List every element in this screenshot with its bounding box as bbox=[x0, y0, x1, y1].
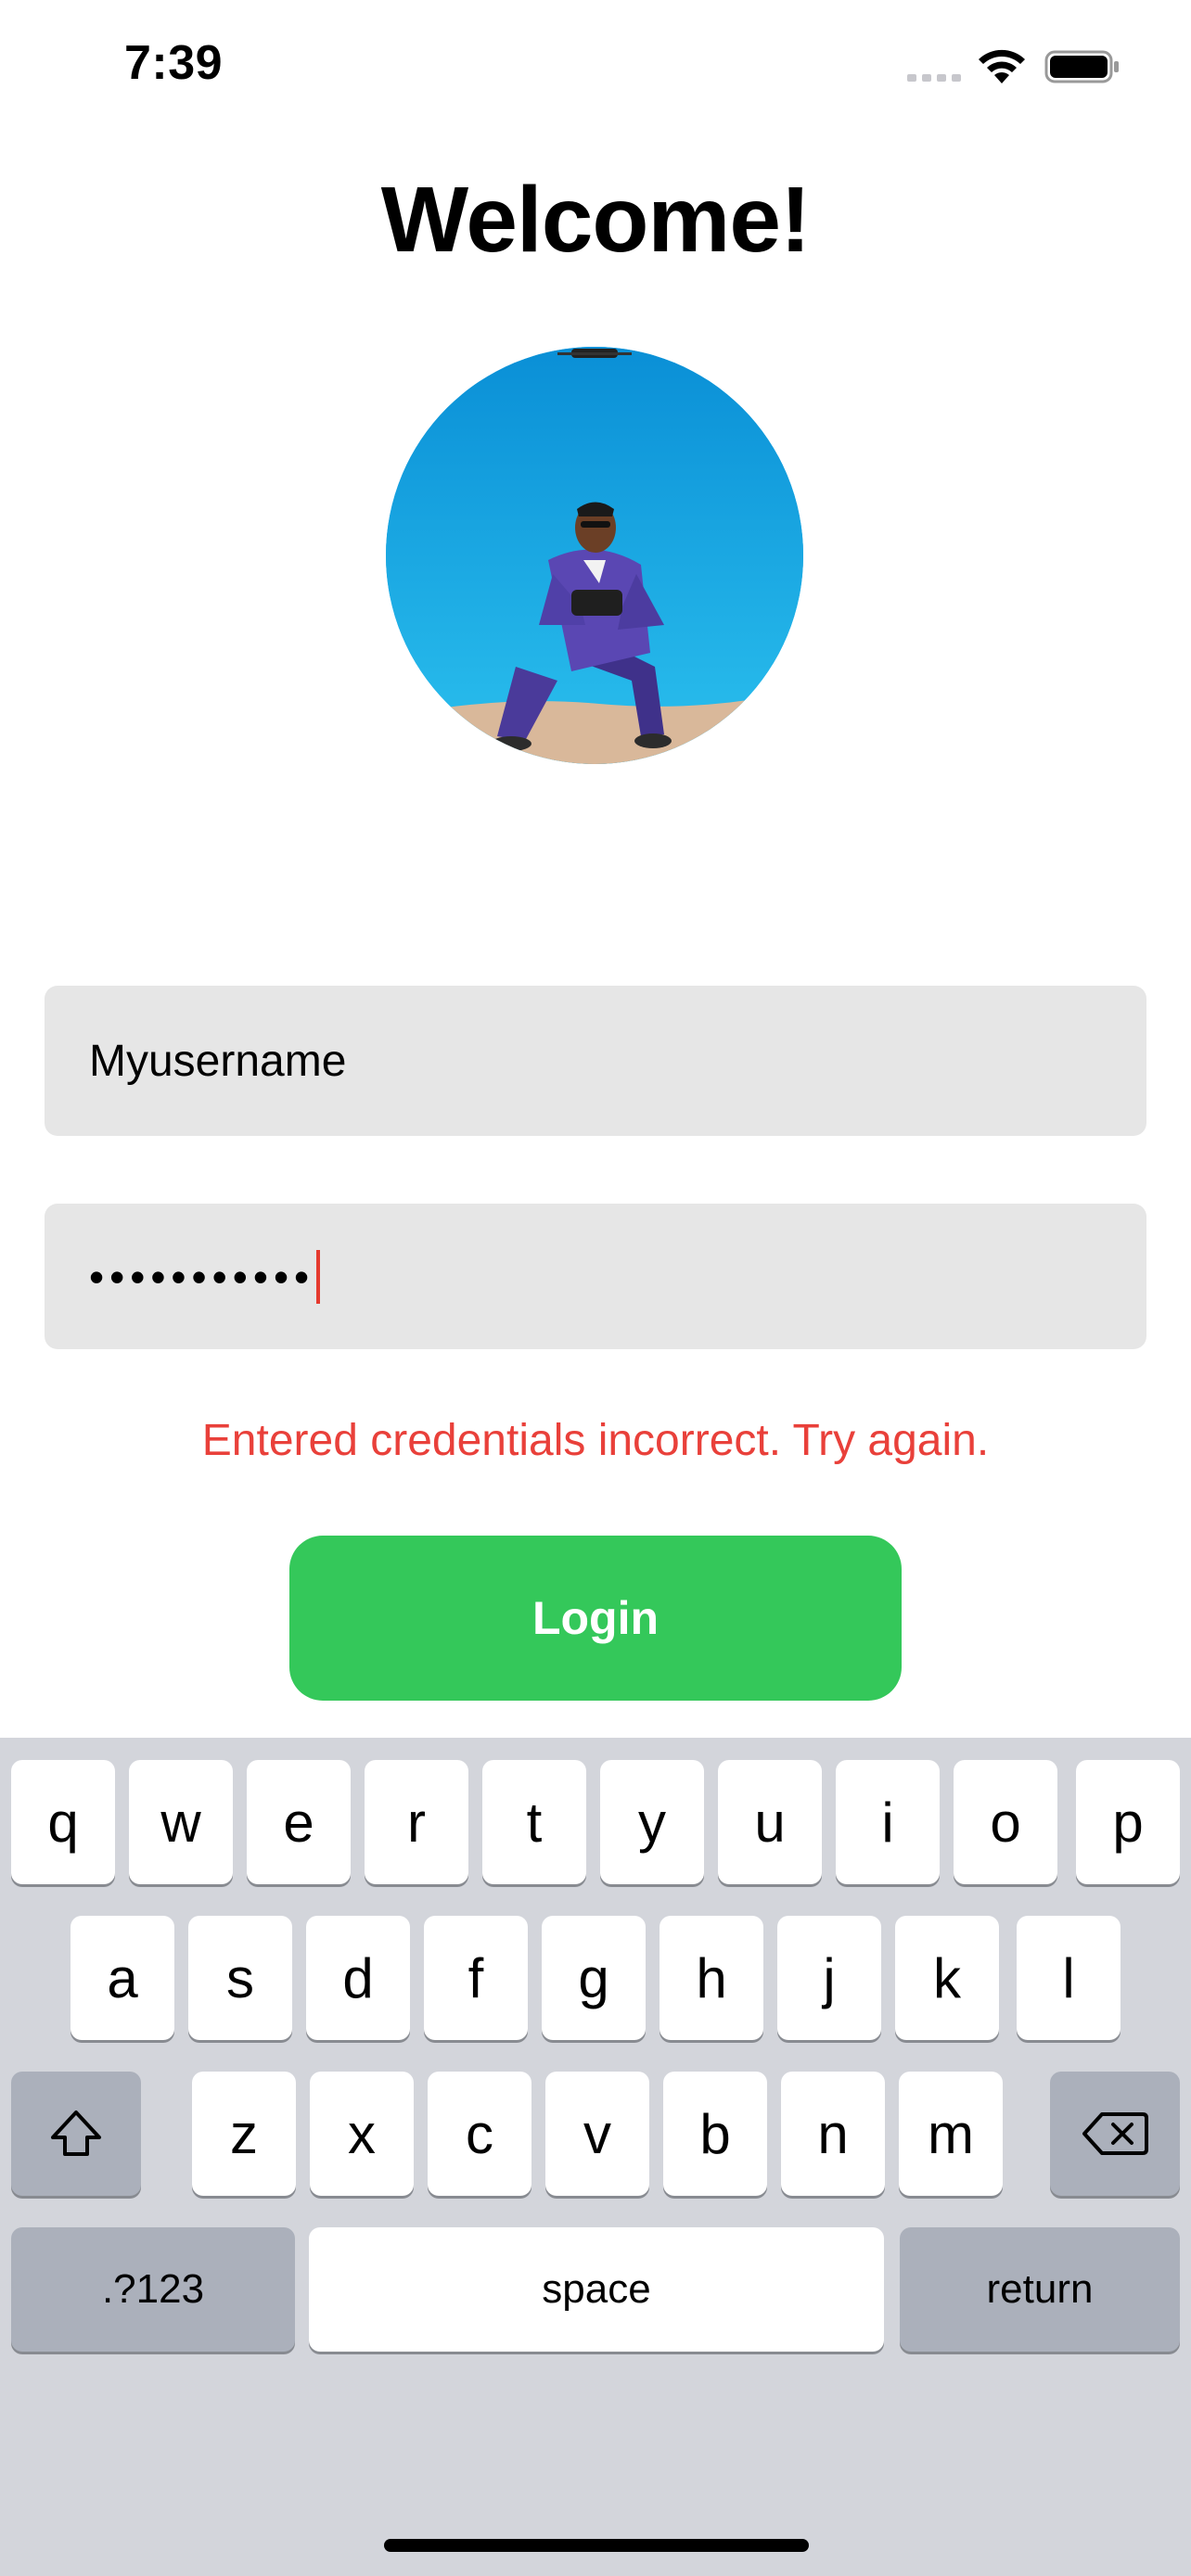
on-screen-keyboard: q w e r t y u i o p a s d f g h j k l z … bbox=[0, 1738, 1191, 2576]
key-y[interactable]: y bbox=[600, 1760, 704, 1884]
error-message: Entered credentials incorrect. Try again… bbox=[201, 1416, 990, 1465]
key-label: q bbox=[47, 1791, 79, 1854]
key-label: t bbox=[526, 1791, 543, 1854]
numbers-key[interactable]: .?123 bbox=[11, 2227, 295, 2352]
cellular-signal-icon bbox=[907, 74, 961, 82]
key-label: o bbox=[990, 1791, 1021, 1854]
key-x[interactable]: x bbox=[310, 2072, 414, 2196]
key-d[interactable]: d bbox=[306, 1916, 410, 2040]
login-button-label: Login bbox=[531, 1592, 660, 1644]
return-key[interactable]: return bbox=[900, 2227, 1180, 2352]
key-label: a bbox=[107, 1946, 138, 2009]
key-label: n bbox=[817, 2102, 849, 2165]
wifi-icon bbox=[979, 49, 1025, 83]
key-r[interactable]: r bbox=[365, 1760, 468, 1884]
key-label: l bbox=[1062, 1946, 1075, 2009]
key-t[interactable]: t bbox=[482, 1760, 586, 1884]
key-label: k bbox=[933, 1946, 961, 2009]
profile-avatar bbox=[386, 347, 803, 764]
backspace-key[interactable] bbox=[1050, 2072, 1180, 2196]
key-k[interactable]: k bbox=[895, 1916, 999, 2040]
key-label: j bbox=[823, 1946, 836, 2009]
key-label: return bbox=[986, 2266, 1094, 2312]
key-h[interactable]: h bbox=[660, 1916, 763, 2040]
key-label: c bbox=[466, 2102, 493, 2165]
key-label: x bbox=[348, 2102, 376, 2165]
key-label: u bbox=[754, 1791, 786, 1854]
home-indicator[interactable] bbox=[384, 2539, 809, 2552]
key-label: z bbox=[230, 2102, 258, 2165]
key-o[interactable]: o bbox=[954, 1760, 1057, 1884]
key-label: r bbox=[407, 1791, 426, 1854]
key-u[interactable]: u bbox=[718, 1760, 822, 1884]
backspace-icon bbox=[1082, 2112, 1148, 2155]
key-q[interactable]: q bbox=[11, 1760, 115, 1884]
key-label: y bbox=[638, 1791, 666, 1854]
key-label: i bbox=[881, 1791, 894, 1854]
password-field[interactable]: ••••••••••• bbox=[45, 1204, 1146, 1349]
key-z[interactable]: z bbox=[192, 2072, 296, 2196]
key-label: d bbox=[342, 1946, 374, 2009]
key-label: w bbox=[160, 1791, 201, 1854]
key-label: .?123 bbox=[101, 2266, 205, 2312]
text-cursor bbox=[316, 1249, 321, 1304]
shift-arrow-icon bbox=[51, 2111, 101, 2156]
battery-icon bbox=[1044, 50, 1119, 83]
page-title: Welcome! bbox=[380, 168, 812, 272]
key-label: space bbox=[542, 2266, 651, 2312]
key-label: g bbox=[578, 1946, 609, 2009]
login-button[interactable]: Login bbox=[289, 1536, 902, 1701]
password-masked-value: ••••••••••• bbox=[89, 1252, 315, 1301]
key-label: m bbox=[928, 2102, 974, 2165]
key-v[interactable]: v bbox=[545, 2072, 649, 2196]
key-c[interactable]: c bbox=[428, 2072, 531, 2196]
key-label: f bbox=[467, 1946, 484, 2009]
key-n[interactable]: n bbox=[781, 2072, 885, 2196]
key-f[interactable]: f bbox=[424, 1916, 528, 2040]
space-key[interactable]: space bbox=[309, 2227, 884, 2352]
avatar-photo-image bbox=[386, 347, 803, 764]
key-i[interactable]: i bbox=[836, 1760, 940, 1884]
key-e[interactable]: e bbox=[247, 1760, 351, 1884]
key-j[interactable]: j bbox=[777, 1916, 881, 2040]
key-label: p bbox=[1112, 1791, 1144, 1854]
status-time: 7:39 bbox=[124, 36, 224, 90]
key-p[interactable]: p bbox=[1076, 1760, 1180, 1884]
key-w[interactable]: w bbox=[129, 1760, 233, 1884]
shift-key[interactable] bbox=[11, 2072, 141, 2196]
key-label: s bbox=[226, 1946, 254, 2009]
key-label: b bbox=[699, 2102, 731, 2165]
key-l[interactable]: l bbox=[1017, 1916, 1121, 2040]
key-label: e bbox=[283, 1791, 314, 1854]
username-field[interactable]: Myusername bbox=[45, 986, 1146, 1136]
key-g[interactable]: g bbox=[542, 1916, 646, 2040]
username-value: Myusername bbox=[89, 1036, 347, 1086]
key-label: v bbox=[583, 2102, 611, 2165]
key-b[interactable]: b bbox=[663, 2072, 767, 2196]
key-s[interactable]: s bbox=[188, 1916, 292, 2040]
key-label: h bbox=[696, 1946, 727, 2009]
key-m[interactable]: m bbox=[899, 2072, 1003, 2196]
status-bar: 7:39 bbox=[0, 0, 1191, 139]
key-a[interactable]: a bbox=[70, 1916, 174, 2040]
